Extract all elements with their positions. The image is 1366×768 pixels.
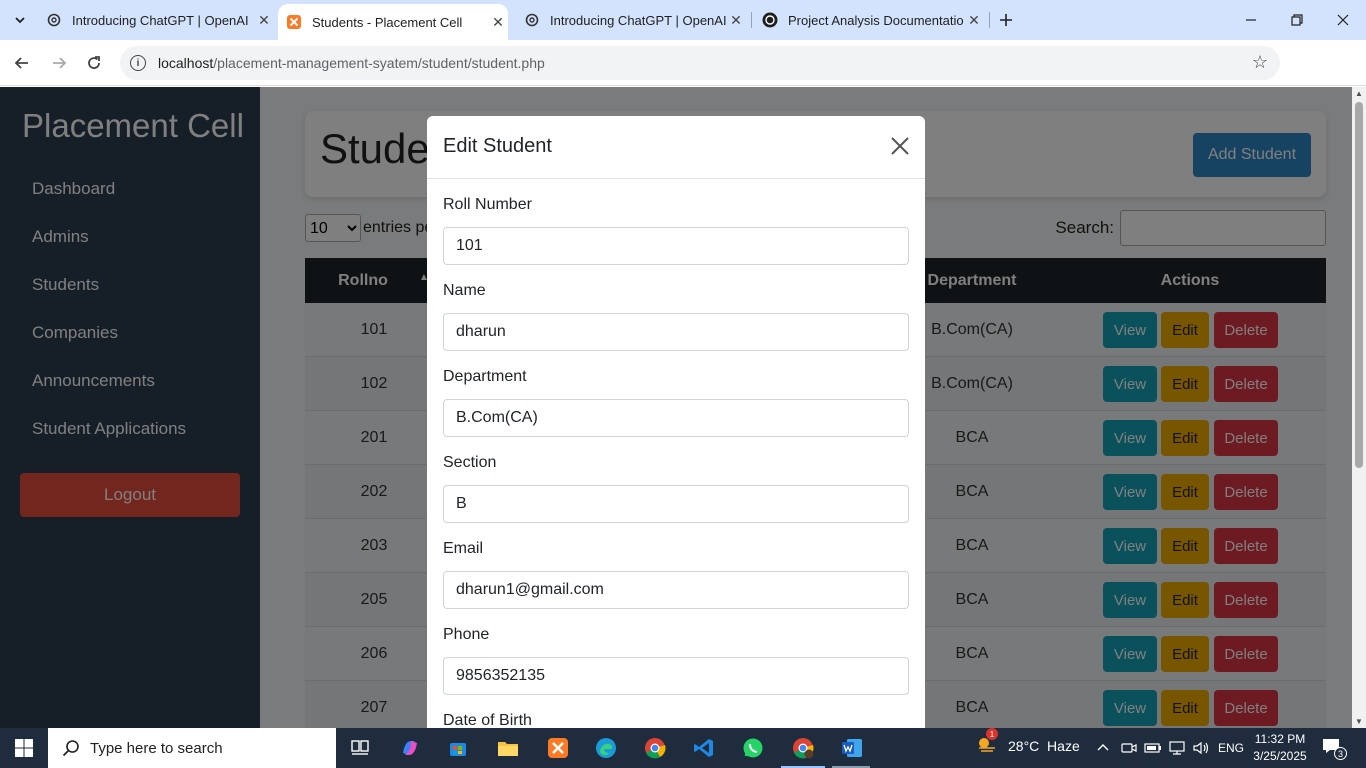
volume-icon[interactable]: [1192, 728, 1210, 768]
windows-logo-icon: [15, 739, 33, 757]
tab-search-button[interactable]: [8, 8, 32, 32]
tab-separator: [989, 12, 990, 28]
weather-haze-icon: 1: [976, 728, 998, 756]
plus-icon: [1000, 14, 1012, 26]
scroll-up-icon[interactable]: ▲: [1355, 89, 1363, 98]
email-input[interactable]: dharun1@gmail.com: [443, 571, 909, 609]
restore-icon: [1291, 14, 1303, 26]
arrow-left-icon: [14, 57, 28, 69]
section-label: Section: [443, 454, 497, 471]
reload-icon: [88, 56, 100, 69]
notification-center-button[interactable]: 3: [1322, 738, 1347, 760]
url-path: /placement-management-syatem/student/stu…: [213, 55, 545, 71]
phone-input[interactable]: 9856352135: [443, 657, 909, 695]
edit-student-modal: Edit Student Roll Number 101 Name dharun Dep…: [427, 116, 925, 728]
new-tab-button[interactable]: [994, 8, 1018, 32]
date-of-birth-label: Date of Birth: [443, 712, 532, 728]
page-scrollbar[interactable]: ▲ ▼: [1352, 87, 1366, 728]
start-button[interactable]: [0, 728, 48, 768]
notification-count: 3: [1334, 747, 1347, 760]
task-view-icon[interactable]: [342, 734, 378, 762]
close-icon: [1337, 14, 1349, 26]
department-input[interactable]: B.Com(CA): [443, 399, 909, 437]
vscode-icon[interactable]: [686, 734, 722, 762]
tab-chatgpt-2[interactable]: Introducing ChatGPT | OpenAI ✕: [524, 0, 746, 40]
roll-number-label: Roll Number: [443, 196, 532, 213]
roll-number-input[interactable]: 101: [443, 227, 909, 265]
tab-title: Introducing ChatGPT | OpenAI: [550, 12, 726, 28]
tab-separator: [751, 12, 752, 28]
close-tab-icon[interactable]: ✕: [964, 10, 984, 30]
search-icon: [62, 740, 79, 757]
browser-toolbar: i localhost/placement-management-syatem/…: [0, 40, 1366, 113]
close-tab-icon[interactable]: ✕: [726, 10, 746, 30]
xampp-taskbar-icon[interactable]: [540, 734, 576, 762]
tab-title: Project Analysis Documentation: [788, 12, 964, 28]
back-button[interactable]: [8, 49, 36, 77]
weather-text: 28°C Haze: [1008, 738, 1080, 754]
tab-title: Introducing ChatGPT | OpenAI: [72, 12, 249, 28]
web-page: Placement Cell Dashboard Admins Students…: [0, 87, 1352, 728]
language-indicator[interactable]: ENG: [1218, 728, 1244, 768]
clock-time: 11:32 PM: [1254, 732, 1306, 746]
scrollbar-thumb[interactable]: [1355, 102, 1363, 468]
email-label: Email: [443, 540, 484, 557]
arrow-right-icon: [53, 57, 67, 69]
weather-widget[interactable]: 1 28°C Haze: [976, 728, 1080, 756]
bookmark-star-icon[interactable]: ☆: [1252, 52, 1268, 73]
site-info-icon[interactable]: i: [130, 55, 146, 71]
reload-button[interactable]: [80, 49, 108, 77]
openai-icon: [524, 12, 540, 28]
close-tab-icon[interactable]: ✕: [254, 10, 274, 30]
minimize-button[interactable]: [1228, 0, 1274, 40]
tab-students-placement[interactable]: Students - Placement Cell ✕: [278, 4, 508, 40]
address-bar[interactable]: i localhost/placement-management-syatem/…: [120, 46, 1280, 80]
name-input[interactable]: dharun: [443, 313, 909, 351]
battery-icon[interactable]: [1144, 728, 1162, 768]
chevron-up-icon: [1097, 744, 1109, 751]
department-label: Department: [443, 368, 527, 385]
minimize-icon: [1246, 19, 1256, 21]
chrome-active-icon[interactable]: [785, 734, 821, 762]
windows-taskbar: Type here to search 1 28°C Haze ENG 11:3…: [0, 728, 1366, 768]
close-window-button[interactable]: [1320, 0, 1366, 40]
openai-icon: [46, 12, 62, 28]
tab-project-analysis[interactable]: Project Analysis Documentation ✕: [762, 0, 984, 40]
xampp-icon: [286, 14, 302, 30]
section-input[interactable]: B: [443, 485, 909, 523]
url-host: localhost: [158, 55, 214, 71]
name-label: Name: [443, 282, 486, 299]
tab-chatgpt-1[interactable]: Introducing ChatGPT | OpenAI ✕: [46, 0, 274, 40]
clock-date: 3/25/2025: [1253, 749, 1307, 763]
edge-icon[interactable]: [588, 734, 624, 762]
openai-icon: [762, 12, 778, 28]
clock[interactable]: 11:32 PM 3/25/2025: [1252, 731, 1308, 765]
taskbar-search[interactable]: Type here to search: [48, 728, 336, 768]
modal-header: Edit Student: [427, 116, 925, 179]
file-explorer-icon[interactable]: [490, 734, 526, 762]
tab-title: Students - Placement Cell: [312, 14, 463, 30]
word-icon[interactable]: [834, 734, 870, 762]
taskbar-search-placeholder: Type here to search: [90, 739, 223, 757]
copilot-icon[interactable]: [392, 734, 428, 762]
browser-tab-bar: Introducing ChatGPT | OpenAI ✕ Students …: [0, 0, 1366, 40]
url-text[interactable]: localhost/placement-management-syatem/st…: [158, 55, 545, 71]
restore-button[interactable]: [1274, 0, 1320, 40]
phone-label: Phone: [443, 626, 490, 643]
close-tab-icon[interactable]: ✕: [488, 12, 508, 32]
whatsapp-icon[interactable]: [735, 734, 771, 762]
network-icon[interactable]: [1168, 728, 1186, 768]
close-icon[interactable]: [889, 135, 911, 157]
chevron-down-icon: [15, 17, 25, 24]
modal-title: Edit Student: [443, 135, 552, 157]
microsoft-store-icon[interactable]: [440, 734, 476, 762]
chrome-icon[interactable]: [637, 734, 673, 762]
forward-button[interactable]: [45, 49, 73, 77]
weather-badge: 1: [986, 728, 998, 740]
meet-now-icon[interactable]: [1121, 728, 1137, 768]
show-hidden-icons[interactable]: [1096, 728, 1110, 768]
scroll-down-icon[interactable]: ▼: [1355, 717, 1363, 726]
